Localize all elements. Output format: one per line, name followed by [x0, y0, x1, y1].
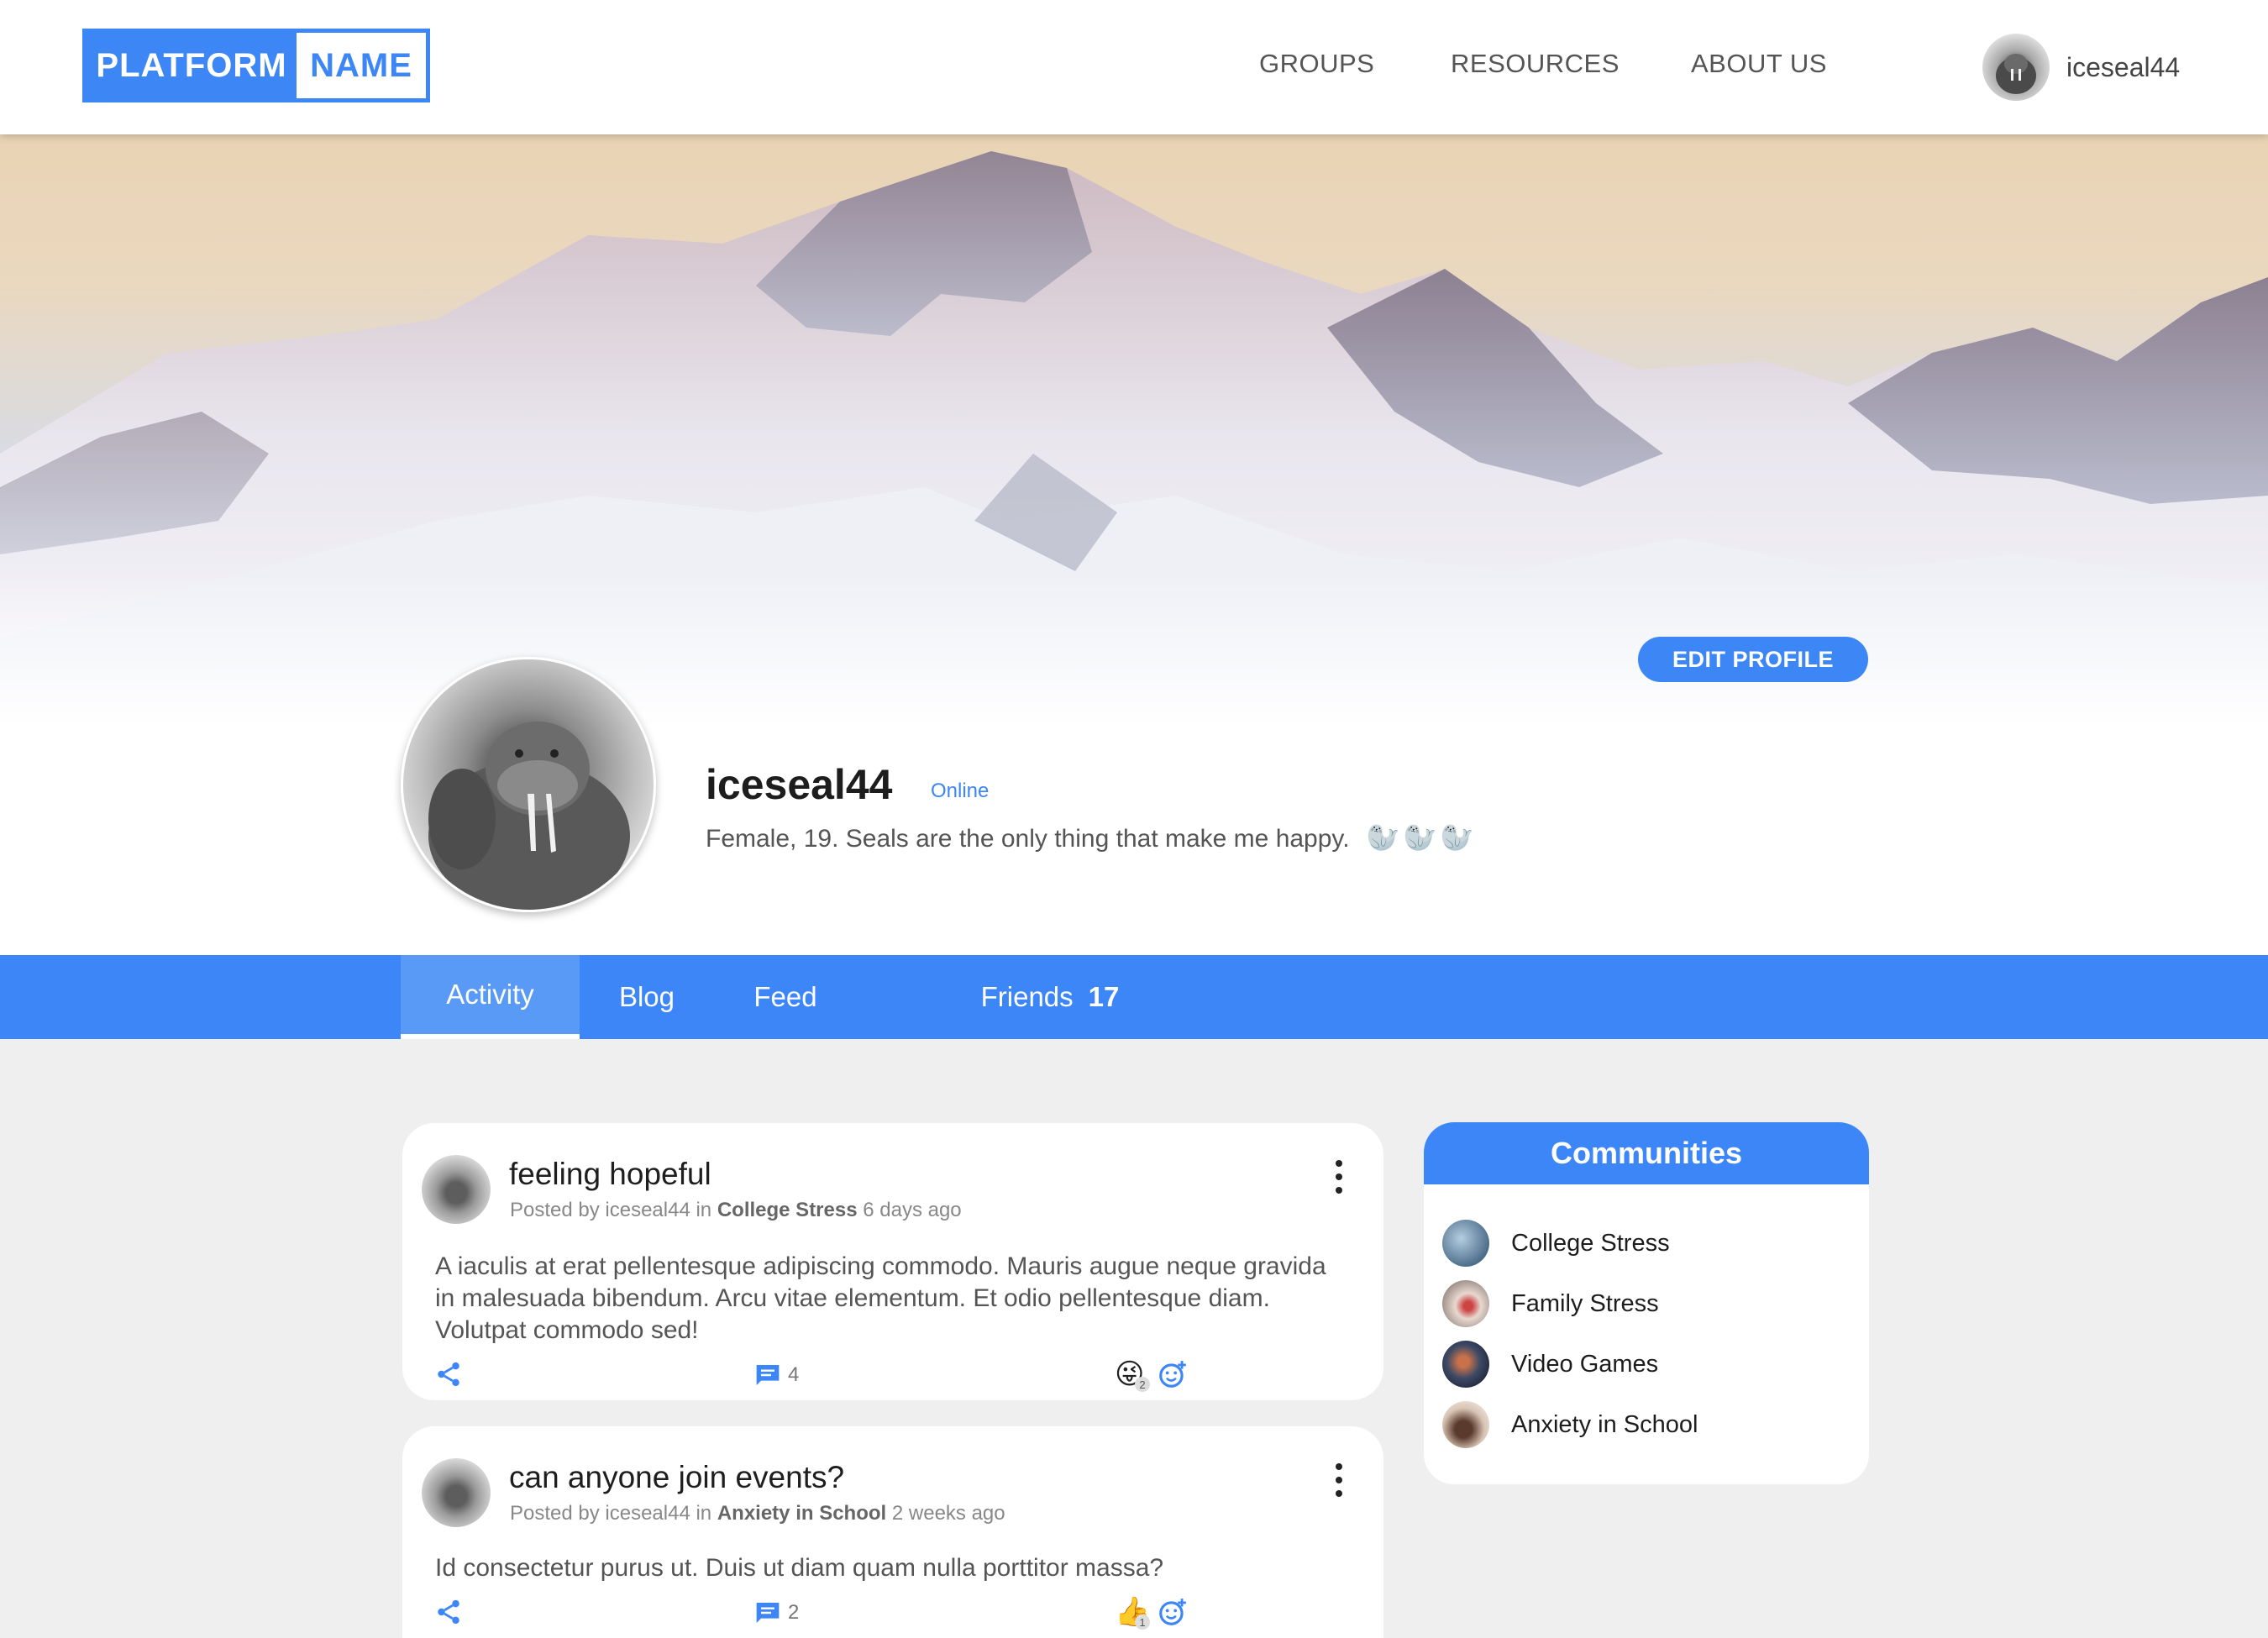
post-menu-icon[interactable]: [1333, 1160, 1345, 1194]
tab-blog[interactable]: Blog: [605, 955, 689, 1039]
tab-blog-label: Blog: [618, 981, 675, 1012]
comment-icon[interactable]: [753, 1599, 782, 1626]
communities-title: Communities: [1424, 1122, 1869, 1184]
platform-logo[interactable]: PLATFORM NAME: [82, 29, 430, 102]
share-icon[interactable]: [434, 1598, 463, 1626]
post-group-link[interactable]: College Stress: [717, 1199, 858, 1221]
community-item-college-stress[interactable]: College Stress: [1442, 1218, 1670, 1268]
community-thumbnail: [1442, 1341, 1489, 1388]
walrus-avatar-icon: [1996, 54, 2036, 94]
tab-activity[interactable]: Activity: [401, 955, 580, 1039]
community-item-video-games[interactable]: Video Games: [1442, 1339, 1658, 1389]
community-label: College Stress: [1511, 1229, 1670, 1257]
mountain-landscape-image: [0, 151, 2268, 727]
community-label: Video Games: [1511, 1350, 1659, 1378]
post-menu-icon[interactable]: [1333, 1463, 1345, 1497]
post-meta: Posted by iceseal44 in College Stress 6 …: [510, 1199, 962, 1222]
activity-post: feeling hopeful Posted by iceseal44 in C…: [402, 1123, 1383, 1400]
online-status: Online: [931, 780, 990, 802]
header-username[interactable]: iceseal44: [2066, 52, 2180, 83]
comment-count: 4: [788, 1363, 800, 1386]
profile-avatar[interactable]: [401, 657, 656, 912]
edit-profile-button[interactable]: EDIT PROFILE: [1638, 637, 1868, 682]
post-time: 6 days ago: [863, 1199, 962, 1221]
user-avatar[interactable]: [1982, 34, 2050, 101]
comment-icon[interactable]: [753, 1362, 782, 1389]
tab-friends-label: Friends: [980, 981, 1074, 1012]
post-time: 2 weeks ago: [891, 1502, 1005, 1525]
community-label: Anxiety in School: [1511, 1410, 1698, 1438]
community-item-family-stress[interactable]: Family Stress: [1442, 1278, 1659, 1329]
post-author-avatar[interactable]: [422, 1155, 491, 1224]
post-group-link[interactable]: Anxiety in School: [717, 1502, 886, 1525]
reaction-count: 2: [1135, 1377, 1150, 1392]
community-item-anxiety-in-school[interactable]: Anxiety in School: [1442, 1399, 1698, 1450]
community-thumbnail: [1442, 1220, 1489, 1267]
tab-feed-label: Feed: [753, 981, 817, 1012]
nav-link-resources[interactable]: RESOURCES: [1451, 49, 1620, 79]
community-label: Family Stress: [1511, 1289, 1659, 1317]
post-meta-prefix: Posted by iceseal44 in: [510, 1502, 717, 1525]
tab-activity-label: Activity: [446, 979, 534, 1010]
profile-tabs: Activity Blog Feed Friends 17: [0, 955, 2268, 1039]
community-thumbnail: [1442, 1280, 1489, 1327]
post-meta: Posted by iceseal44 in Anxiety in School…: [510, 1502, 1005, 1525]
logo-text-name: NAME: [297, 33, 426, 98]
profile-bio: Female, 19. Seals are the only thing tha…: [706, 822, 1477, 853]
activity-post: can anyone join events? Posted by icesea…: [402, 1426, 1383, 1638]
share-icon[interactable]: [434, 1360, 463, 1389]
post-author-avatar[interactable]: [422, 1458, 491, 1527]
add-reaction-icon[interactable]: [1157, 1358, 1189, 1390]
add-reaction-icon[interactable]: [1157, 1596, 1189, 1628]
profile-username: iceseal44: [706, 761, 893, 808]
logo-text-platform: PLATFORM: [87, 33, 297, 98]
nav-link-about-us[interactable]: ABOUT US: [1691, 49, 1827, 79]
post-actions: 2 👍 1: [402, 1596, 1383, 1631]
post-meta-prefix: Posted by iceseal44 in: [510, 1199, 717, 1221]
community-thumbnail: [1442, 1401, 1489, 1448]
walrus-photo-icon: [428, 722, 630, 910]
reaction-count: 1: [1135, 1614, 1150, 1630]
post-title[interactable]: can anyone join events?: [509, 1460, 844, 1495]
tab-friends[interactable]: Friends 17: [966, 955, 1134, 1039]
post-title[interactable]: feeling hopeful: [509, 1157, 711, 1192]
communities-panel: Communities College Stress Family Stress…: [1424, 1122, 1869, 1484]
post-body: A iaculis at erat pellentesque adipiscin…: [435, 1252, 1326, 1344]
nav-link-groups[interactable]: GROUPS: [1259, 49, 1374, 79]
post-body: Id consectetur purus ut. Duis ut diam qu…: [435, 1554, 1164, 1582]
comment-count: 2: [788, 1601, 800, 1624]
profile-cover-image: EDIT PROFILE: [0, 134, 2268, 727]
bio-text: Female, 19. Seals are the only thing tha…: [706, 825, 1350, 853]
post-actions: 4 😜 2: [402, 1358, 1383, 1394]
tab-feed[interactable]: Feed: [739, 955, 832, 1039]
friends-count: 17: [1088, 981, 1120, 1012]
top-navigation-bar: PLATFORM NAME GROUPS RESOURCES ABOUT US …: [0, 0, 2268, 134]
seal-icons: 🦭🦭🦭: [1366, 822, 1478, 853]
